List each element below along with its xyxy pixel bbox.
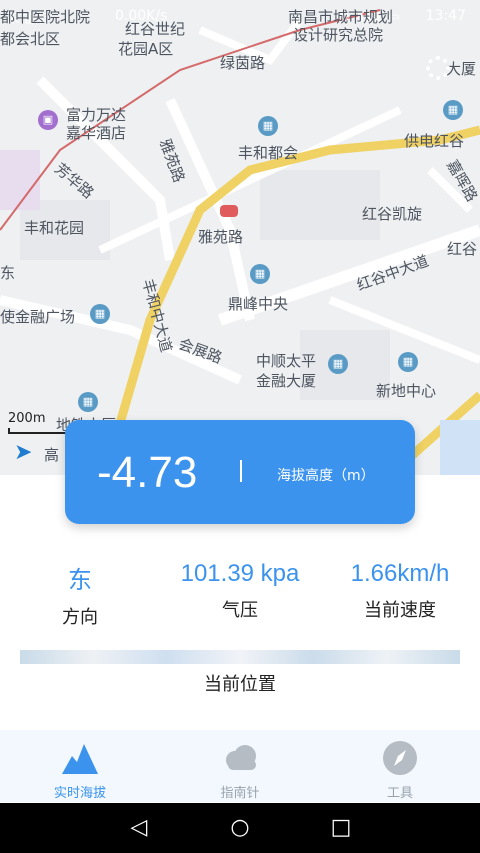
altitude-card: -4.73 海拔高度（m） xyxy=(65,420,415,524)
map-label: 中顺太平 xyxy=(256,352,317,370)
cloud-icon xyxy=(226,745,256,770)
building-icon: ▦ xyxy=(443,100,463,120)
map-label: 供电红谷 xyxy=(404,132,465,150)
altitude-label: 海拔高度（m） xyxy=(277,468,375,484)
bus-stop-icon xyxy=(220,205,238,217)
speed-stat: 1.66km/h 当前速度 xyxy=(320,560,480,622)
tab-label: 指南针 xyxy=(220,786,260,801)
map-label: 都中医院北院 xyxy=(0,8,91,26)
map-label: 雅苑路 xyxy=(198,228,244,246)
map-scale-bar xyxy=(8,428,72,434)
speed-value: 1.66km/h xyxy=(350,560,450,587)
building-icon: ▦ xyxy=(78,392,98,412)
pressure-value: 101.39 kpa xyxy=(180,560,300,587)
back-icon[interactable]: ◁ xyxy=(126,815,152,841)
map-label: 绿茵路 xyxy=(220,54,266,72)
building-icon: ▦ xyxy=(90,304,110,324)
map-label: 红谷凯旋 xyxy=(362,205,423,223)
direction-stat: 东 方向 xyxy=(0,560,160,629)
bottom-tab-bar: 实时海拔 指南针 工具 xyxy=(0,730,480,802)
map-label: 使金融广场 xyxy=(0,308,76,326)
pressure-label: 气压 xyxy=(222,600,258,621)
clock-text: 13:47 xyxy=(425,8,466,24)
mountain-icon xyxy=(62,744,98,774)
map-label: 都会北区 xyxy=(0,30,61,48)
map-label: 丰和都会 xyxy=(238,144,299,162)
map-label: 设计研究总院 xyxy=(293,26,384,44)
direction-label: 方向 xyxy=(62,607,98,628)
direction-value: 东 xyxy=(68,567,92,594)
map-label: 花园A区 xyxy=(118,40,174,58)
compass-icon xyxy=(383,741,417,775)
building-icon: ▦ xyxy=(258,116,278,136)
altitude-divider xyxy=(240,460,242,482)
building-icon: ▦ xyxy=(250,264,270,284)
altitude-value: -4.73 xyxy=(97,448,198,497)
location-label: 当前位置 xyxy=(204,674,276,695)
tab-realtime-altitude[interactable]: 实时海拔 xyxy=(0,730,160,802)
map-label: 嘉华酒店 xyxy=(66,124,127,142)
location-arrow-icon[interactable]: ➤ xyxy=(14,440,40,466)
map-label: 红谷 xyxy=(447,240,478,258)
speed-label: 当前速度 xyxy=(364,600,436,621)
pressure-stat: 101.39 kpa 气压 xyxy=(160,560,320,622)
map-label: 鼎峰中央 xyxy=(228,295,289,313)
map-label: 金融大厦 xyxy=(256,372,317,390)
system-nav-bar: ◁ ○ □ xyxy=(0,803,480,853)
home-icon[interactable]: ○ xyxy=(227,815,253,841)
location-address-blurred xyxy=(20,650,460,664)
map-label: 丰和花园 xyxy=(24,219,85,237)
tab-label: 工具 xyxy=(386,786,413,801)
building-icon: ▦ xyxy=(328,354,348,374)
tab-label: 实时海拔 xyxy=(53,786,106,801)
map-label: 高 xyxy=(44,446,60,464)
map-label: 红谷世纪 xyxy=(125,20,186,38)
tab-tools[interactable]: 工具 xyxy=(320,730,480,802)
map-label: 东 xyxy=(0,264,16,282)
map-scale-label: 200m xyxy=(8,411,46,426)
map-label: 新地中心 xyxy=(376,382,437,400)
map-label: 大厦 xyxy=(446,60,477,78)
building-icon: ▦ xyxy=(398,352,418,372)
hotel-icon: ▣ xyxy=(38,110,58,130)
recents-icon[interactable]: □ xyxy=(328,815,354,841)
map-view[interactable]: 未插卡 0.00K/s ◉ ▮▮▮ ▭ 13:47 都中医院北院 红谷世纪 花园… xyxy=(0,0,480,475)
gear-icon[interactable] xyxy=(426,56,450,80)
tab-compass[interactable]: 指南针 xyxy=(160,730,320,802)
